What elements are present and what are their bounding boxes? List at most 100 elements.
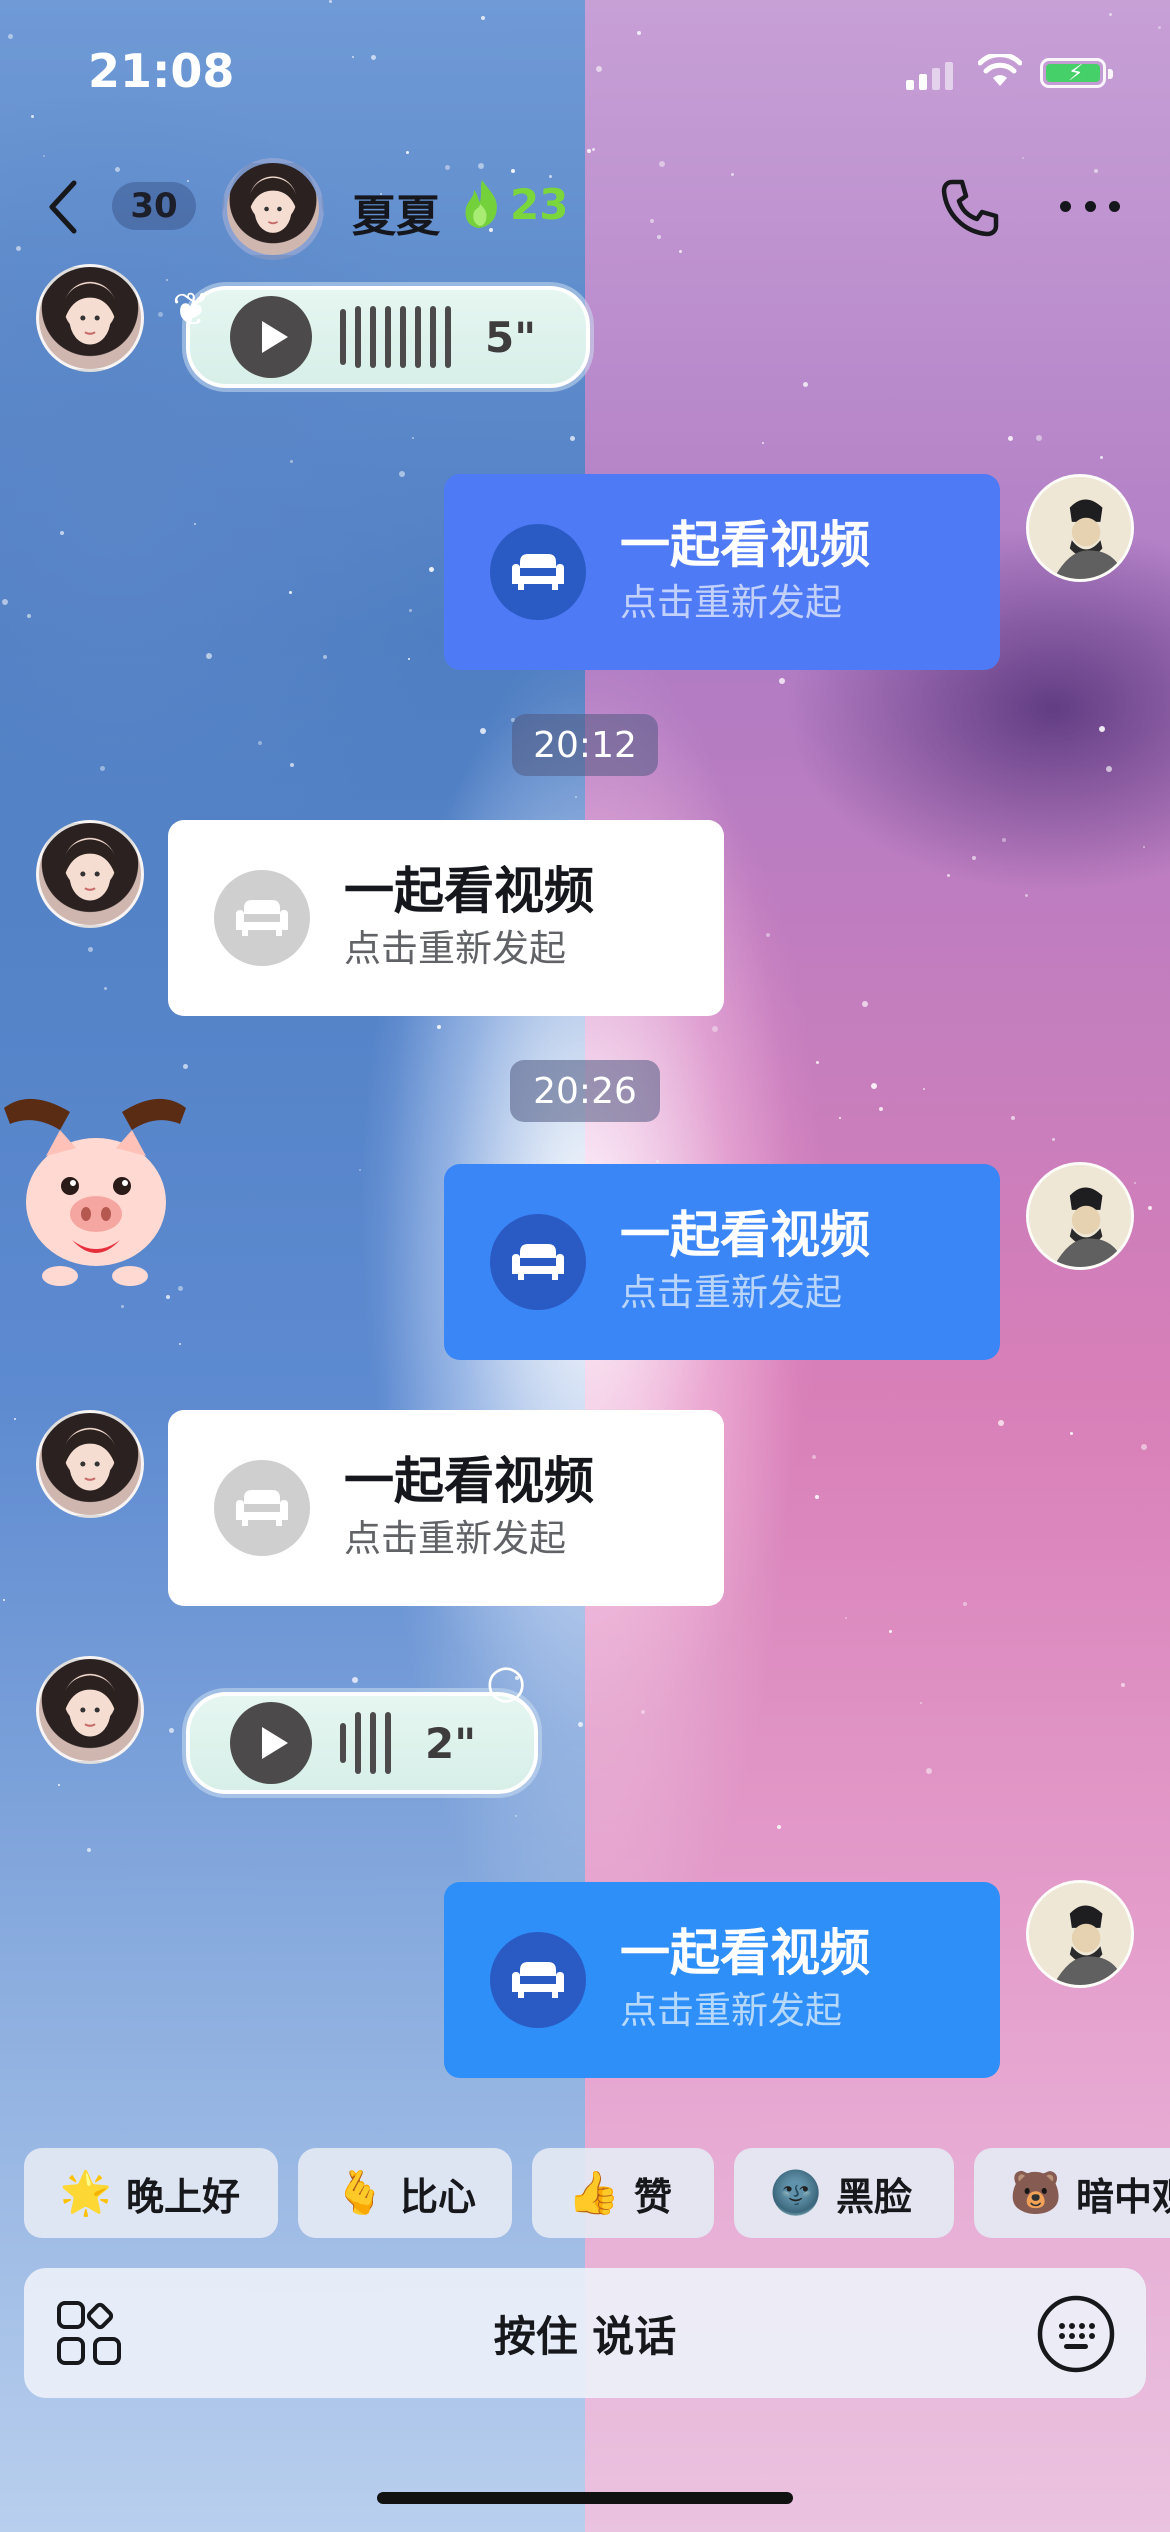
card-subtitle: 点击重新发起	[620, 1989, 842, 2032]
star-dot	[762, 442, 764, 444]
star-dot	[3, 1599, 5, 1601]
scholar-portrait	[1029, 1883, 1131, 1985]
waveform-icon	[340, 297, 451, 377]
wifi-icon	[978, 54, 1022, 86]
star-dot	[14, 1418, 16, 1420]
star-dot	[889, 1630, 892, 1633]
timestamp: 20:12	[512, 714, 658, 776]
star-dot	[88, 947, 93, 952]
keyboard-icon[interactable]	[1036, 2294, 1116, 2374]
quick-reply-label: 晚上好	[126, 2174, 241, 2219]
my-avatar[interactable]	[1026, 474, 1134, 582]
card-title: 一起看视频	[344, 862, 594, 920]
star-dot	[511, 169, 515, 173]
streak-count: 23	[510, 180, 569, 229]
star-dot	[1011, 1116, 1015, 1120]
star-dot	[359, 1169, 361, 1171]
star-dot	[166, 1295, 170, 1299]
play-icon[interactable]	[230, 296, 312, 378]
star-dot	[1143, 846, 1145, 848]
star-dot	[87, 1848, 91, 1852]
star-dot	[290, 460, 293, 463]
star-dot	[429, 567, 434, 572]
star-dot	[803, 382, 808, 387]
star-dot	[445, 165, 450, 170]
scholar-portrait	[1029, 1165, 1131, 1267]
my-avatar[interactable]	[1026, 1162, 1134, 1270]
star-dot	[258, 741, 262, 745]
star-dot	[920, 1702, 922, 1704]
star-dot	[812, 1455, 816, 1459]
star-dot	[408, 658, 410, 660]
star-dot	[575, 796, 577, 798]
more-dots-icon[interactable]	[1060, 196, 1120, 216]
quick-reply-like[interactable]: 👍 赞	[532, 2148, 714, 2238]
quick-reply-heart-hands[interactable]: 🫰 比心	[298, 2148, 512, 2238]
watch-together-card-sent[interactable]: 一起看视频 点击重新发起	[444, 1164, 1000, 1360]
star-dot	[399, 471, 405, 477]
quick-reply-peek[interactable]: 🐻 暗中观	[974, 2148, 1170, 2238]
received-avatar[interactable]	[36, 1656, 144, 1764]
star-dot	[289, 591, 292, 594]
contact-avatar[interactable]	[222, 158, 324, 260]
thumbs-up-icon: 👍	[567, 2168, 621, 2217]
star-dot	[656, 1160, 659, 1163]
star-dot	[570, 436, 575, 441]
received-avatar[interactable]	[36, 264, 144, 372]
quick-reply-good-evening[interactable]: 🌟 晚上好	[24, 2148, 278, 2238]
star-dot	[352, 1677, 358, 1683]
girl-portrait	[60, 1675, 120, 1737]
star-dot	[549, 175, 552, 178]
star-dot	[1099, 726, 1105, 732]
cellular-signal-icon	[906, 60, 953, 90]
star-dot	[947, 874, 950, 877]
star-dot	[1025, 894, 1028, 897]
star-dot	[158, 312, 163, 317]
unread-count-badge[interactable]: 30	[112, 182, 196, 230]
quick-reply-dark-face[interactable]: 🌚 黑脸	[734, 2148, 954, 2238]
play-icon[interactable]	[230, 1702, 312, 1784]
star-dot	[1121, 1683, 1125, 1687]
timestamp: 20:26	[510, 1060, 660, 1122]
star-dot	[998, 1420, 1004, 1426]
card-subtitle: 点击重新发起	[620, 1271, 842, 1314]
watch-together-card-sent[interactable]: 一起看视频 点击重新发起	[444, 474, 1000, 670]
voice-duration: 2"	[425, 1718, 477, 1768]
contact-name[interactable]: 夏夏	[352, 180, 440, 244]
halo-decoration-icon: ○	[486, 1654, 527, 1708]
star-dot	[679, 250, 682, 253]
star-dot	[731, 173, 734, 176]
star-dot	[1022, 157, 1024, 159]
watch-together-card-received[interactable]: 一起看视频 点击重新发起	[168, 820, 724, 1016]
star-dot	[650, 219, 654, 223]
received-avatar[interactable]	[36, 820, 144, 928]
sofa-icon	[214, 1460, 310, 1556]
star-dot	[923, 1088, 925, 1090]
sofa-icon	[214, 870, 310, 966]
home-indicator[interactable]	[377, 2492, 793, 2504]
voice-message-bubble[interactable]: 5"	[186, 286, 590, 388]
star-dot	[1106, 766, 1112, 772]
watch-together-card-sent[interactable]: 一起看视频 点击重新发起	[444, 1882, 1000, 2078]
card-subtitle: 点击重新发起	[344, 927, 566, 970]
star-dot	[1148, 1206, 1152, 1210]
star-dot	[104, 987, 107, 990]
charging-bolt-icon: ⚡	[1068, 61, 1084, 86]
star-dot	[43, 155, 45, 157]
apps-grid-icon[interactable]	[56, 2300, 122, 2366]
card-title: 一起看视频	[620, 1924, 870, 1982]
hold-to-talk-button[interactable]: 按住 说话	[24, 2268, 1146, 2398]
moon-face-icon: 🌚	[769, 2168, 823, 2217]
my-avatar[interactable]	[1026, 1880, 1134, 1988]
watch-together-card-received[interactable]: 一起看视频 点击重新发起	[168, 1410, 724, 1606]
sofa-icon	[490, 524, 586, 620]
received-avatar[interactable]	[36, 1410, 144, 1518]
quick-reply-label: 赞	[634, 2174, 673, 2219]
star-dot	[845, 1617, 847, 1619]
battery-icon: ⚡	[1040, 58, 1113, 88]
phone-icon[interactable]	[938, 176, 1002, 240]
wing-decoration-icon: ❦	[172, 282, 211, 336]
back-button[interactable]	[44, 172, 94, 242]
star-dot	[206, 653, 212, 659]
scholar-portrait	[1029, 477, 1131, 579]
